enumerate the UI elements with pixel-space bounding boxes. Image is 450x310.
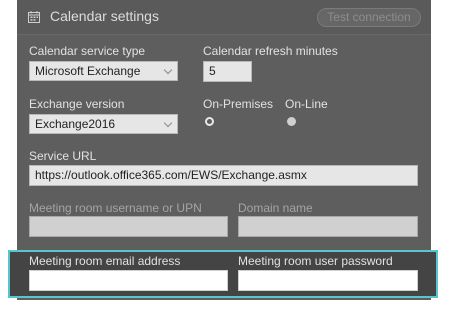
on-premises-radio[interactable]: [205, 117, 214, 126]
panel-title: Calendar settings: [50, 8, 159, 24]
refresh-minutes-input[interactable]: 5: [203, 61, 252, 82]
service-type-value: Microsoft Exchange: [35, 64, 141, 78]
exchange-version-select[interactable]: Exchange2016: [29, 114, 178, 134]
room-email-input[interactable]: [29, 270, 228, 291]
room-password-input[interactable]: [238, 270, 418, 291]
online-label: On-Line: [285, 97, 328, 111]
exchange-version-value: Exchange2016: [35, 117, 116, 131]
exchange-version-label: Exchange version: [29, 97, 125, 111]
service-url-value: https://outlook.office365.com/EWS/Exchan…: [35, 168, 307, 182]
service-type-select[interactable]: Microsoft Exchange: [29, 61, 178, 81]
room-username-input[interactable]: [29, 216, 228, 237]
domain-name-input[interactable]: [238, 216, 418, 237]
room-username-label: Meeting room username or UPN: [29, 201, 202, 215]
online-radio[interactable]: [287, 117, 296, 126]
service-type-label: Calendar service type: [29, 44, 146, 58]
on-premises-label: On-Premises: [203, 97, 274, 111]
test-connection-button[interactable]: Test connection: [317, 8, 421, 27]
chevron-down-icon: [163, 118, 173, 128]
refresh-minutes-label: Calendar refresh minutes: [203, 44, 338, 58]
chevron-down-icon: [163, 65, 173, 75]
calendar-icon: [28, 11, 40, 23]
room-email-label: Meeting room email address: [29, 254, 181, 268]
room-password-label: Meeting room user password: [238, 254, 393, 268]
domain-name-label: Domain name: [238, 201, 313, 215]
panel-header: Calendar settings Test connection: [17, 0, 431, 35]
refresh-minutes-value: 5: [209, 64, 216, 78]
service-url-label: Service URL: [29, 149, 97, 163]
service-url-input[interactable]: https://outlook.office365.com/EWS/Exchan…: [29, 165, 418, 186]
